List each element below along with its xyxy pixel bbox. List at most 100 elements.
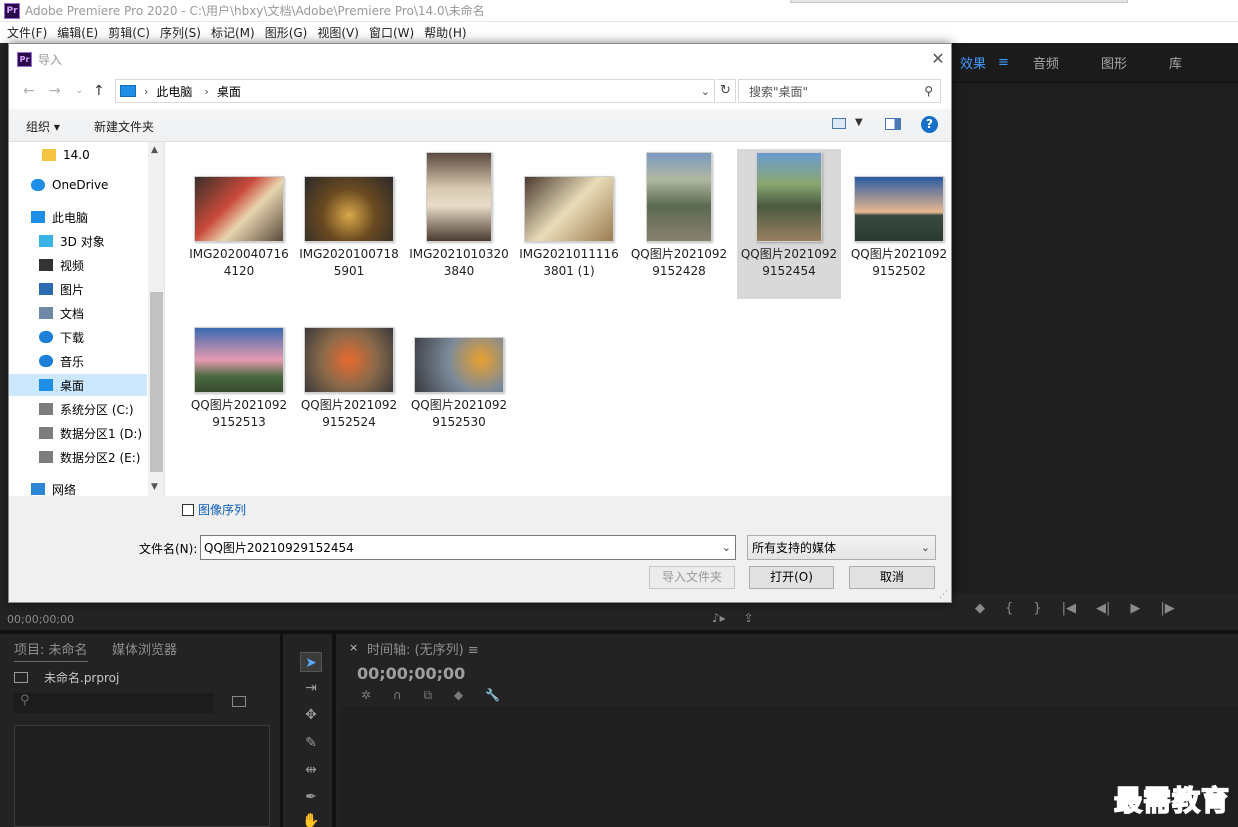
add-marker-icon[interactable]: ◆ — [454, 688, 463, 702]
sidebar-item-2[interactable]: 此电脑 — [9, 206, 147, 228]
tab-audio[interactable]: 音频 — [1033, 53, 1059, 72]
breadcrumb-this-pc[interactable]: 此电脑 — [156, 83, 192, 100]
sidebar-item-4[interactable]: 视频 — [9, 254, 147, 276]
breadcrumb-desktop[interactable]: 桌面 — [217, 83, 241, 100]
menu-edit[interactable]: 编辑(E) — [54, 24, 105, 41]
mark-in-icon[interactable]: { — [1005, 601, 1013, 616]
image-thumbnail[interactable] — [304, 176, 394, 242]
sidebar-item-5[interactable]: 图片 — [9, 278, 147, 300]
new-folder-button[interactable]: 新建文件夹 — [94, 118, 154, 135]
chevron-down-icon[interactable]: ⌄ — [701, 85, 710, 98]
timeline-title[interactable]: 时间轴: (无序列) ≡ — [367, 639, 479, 658]
organize-button[interactable]: 组织 ▾ — [26, 118, 60, 135]
file-item[interactable]: QQ图片20210929152454 — [737, 149, 841, 299]
step-back-icon[interactable]: ◀| — [1096, 601, 1110, 616]
linked-selection-icon[interactable]: ⧉ — [424, 688, 433, 702]
step-forward-icon[interactable]: |▶ — [1160, 601, 1174, 616]
ripple-edit-tool-icon[interactable]: ✥ — [300, 705, 322, 725]
menu-clip[interactable]: 剪辑(C) — [105, 24, 157, 41]
image-thumbnail[interactable] — [854, 176, 944, 242]
view-options-icon[interactable] — [832, 118, 846, 129]
file-item[interactable]: IMG20210103203840 — [407, 149, 511, 299]
cancel-button[interactable]: 取消 — [849, 566, 935, 589]
sidebar-item-10[interactable]: 系统分区 (C:) — [9, 398, 147, 420]
recent-locations-icon[interactable]: ⌄ — [75, 85, 83, 96]
menu-graphics[interactable]: 图形(G) — [262, 24, 315, 41]
timeline-close-icon[interactable]: × — [349, 641, 358, 654]
tab-libraries[interactable]: 库 — [1169, 53, 1182, 72]
refresh-icon[interactable]: ↻ — [716, 79, 736, 103]
image-thumbnail[interactable] — [304, 327, 394, 393]
slip-tool-icon[interactable]: ⇹ — [300, 760, 322, 780]
image-sequence-checkbox[interactable] — [182, 504, 194, 516]
import-folder-button[interactable]: 导入文件夹 — [649, 566, 735, 589]
new-bin-icon[interactable] — [232, 696, 246, 707]
pen-tool-icon[interactable]: ✒ — [300, 787, 322, 807]
sidebar-item-3[interactable]: 3D 对象 — [9, 230, 147, 252]
sidebar-item-9[interactable]: 桌面 — [9, 374, 147, 396]
file-item[interactable]: IMG20210111163801 (1) — [517, 149, 621, 299]
chevron-down-icon[interactable]: ▼ — [855, 117, 863, 128]
image-thumbnail[interactable] — [524, 176, 614, 242]
sidebar-item-6[interactable]: 文档 — [9, 302, 147, 324]
sidebar-item-7[interactable]: 下载 — [9, 326, 147, 348]
file-item[interactable]: QQ图片20210929152513 — [187, 327, 291, 452]
address-bar[interactable]: › 此电脑 › 桌面 ⌄ — [115, 79, 715, 103]
tab-project[interactable]: 项目: 未命名 — [14, 639, 88, 662]
image-thumbnail[interactable] — [194, 176, 284, 242]
menu-file[interactable]: 文件(F) — [4, 24, 54, 41]
close-icon[interactable]: ✕ — [929, 50, 947, 68]
search-icon[interactable]: ⚲ — [924, 84, 933, 98]
scroll-up-icon[interactable]: ▲ — [151, 145, 158, 155]
playback-settings-icon[interactable]: ♪▸ — [712, 611, 726, 625]
image-thumbnail[interactable] — [426, 152, 492, 242]
wrench-icon[interactable]: 🔧 — [485, 688, 500, 702]
menu-help[interactable]: 帮助(H) — [421, 24, 473, 41]
menu-view[interactable]: 视图(V) — [314, 24, 366, 41]
help-icon[interactable]: ? — [921, 116, 938, 133]
project-search-input[interactable]: ⚲ — [14, 693, 214, 713]
search-input[interactable]: 搜索"桌面" ⚲ — [738, 79, 941, 103]
file-item[interactable]: QQ图片20210929152530 — [407, 327, 511, 452]
play-icon[interactable]: ▶ — [1130, 601, 1140, 616]
menu-window[interactable]: 窗口(W) — [366, 24, 421, 41]
filetype-select[interactable]: 所有支持的媒体 ⌄ — [747, 535, 936, 560]
go-to-in-icon[interactable]: |◀ — [1062, 601, 1076, 616]
chevron-right-icon[interactable]: › — [204, 85, 208, 98]
export-frame-icon[interactable]: ⇪ — [744, 611, 754, 625]
tab-graphics[interactable]: 图形 — [1101, 53, 1127, 72]
sidebar-item-1[interactable]: OneDrive — [9, 174, 147, 196]
image-thumbnail[interactable] — [194, 327, 284, 393]
sidebar-item-8[interactable]: 音乐 — [9, 350, 147, 372]
image-thumbnail[interactable] — [646, 152, 712, 242]
track-select-tool-icon[interactable]: ⇥ — [300, 678, 322, 698]
image-thumbnail[interactable] — [756, 152, 822, 242]
file-item[interactable]: QQ图片20210929152502 — [847, 149, 951, 299]
filename-input[interactable]: QQ图片20210929152454 ⌄ — [200, 535, 736, 560]
file-item[interactable]: QQ图片20210929152428 — [627, 149, 731, 299]
tab-effects[interactable]: 效果 — [960, 53, 986, 72]
sidebar-item-12[interactable]: 数据分区2 (E:) — [9, 446, 147, 468]
preview-pane-icon[interactable] — [885, 118, 901, 130]
menu-markers[interactable]: 标记(M) — [208, 24, 262, 41]
snap-icon[interactable]: ∩ — [393, 688, 402, 702]
razor-tool-icon[interactable]: ✎ — [300, 733, 322, 753]
chevron-down-icon[interactable]: ⌄ — [921, 541, 930, 554]
file-item[interactable]: IMG20201007185901 — [297, 149, 401, 299]
mark-out-icon[interactable]: } — [1033, 601, 1041, 616]
scrollbar-thumb[interactable] — [150, 292, 163, 472]
image-thumbnail[interactable] — [414, 337, 504, 393]
back-arrow-icon[interactable]: ← — [23, 83, 35, 99]
sidebar-item-0[interactable]: 14.0 — [9, 144, 147, 166]
tab-media-browser[interactable]: 媒体浏览器 — [112, 639, 177, 658]
scroll-down-icon[interactable]: ▼ — [151, 482, 158, 492]
file-item[interactable]: IMG20200407164120 — [187, 149, 291, 299]
chevron-down-icon[interactable]: ⌄ — [722, 541, 731, 554]
hand-tool-icon[interactable]: ✋ — [300, 811, 322, 827]
open-button[interactable]: 打开(O) — [749, 566, 834, 589]
selection-tool-icon[interactable]: ➤ — [300, 652, 322, 672]
sidebar-item-11[interactable]: 数据分区1 (D:) — [9, 422, 147, 444]
up-arrow-icon[interactable]: ↑ — [93, 83, 105, 99]
file-item[interactable]: QQ图片20210929152524 — [297, 327, 401, 452]
timeline-timecode[interactable]: 00;00;00;00 — [357, 664, 465, 683]
